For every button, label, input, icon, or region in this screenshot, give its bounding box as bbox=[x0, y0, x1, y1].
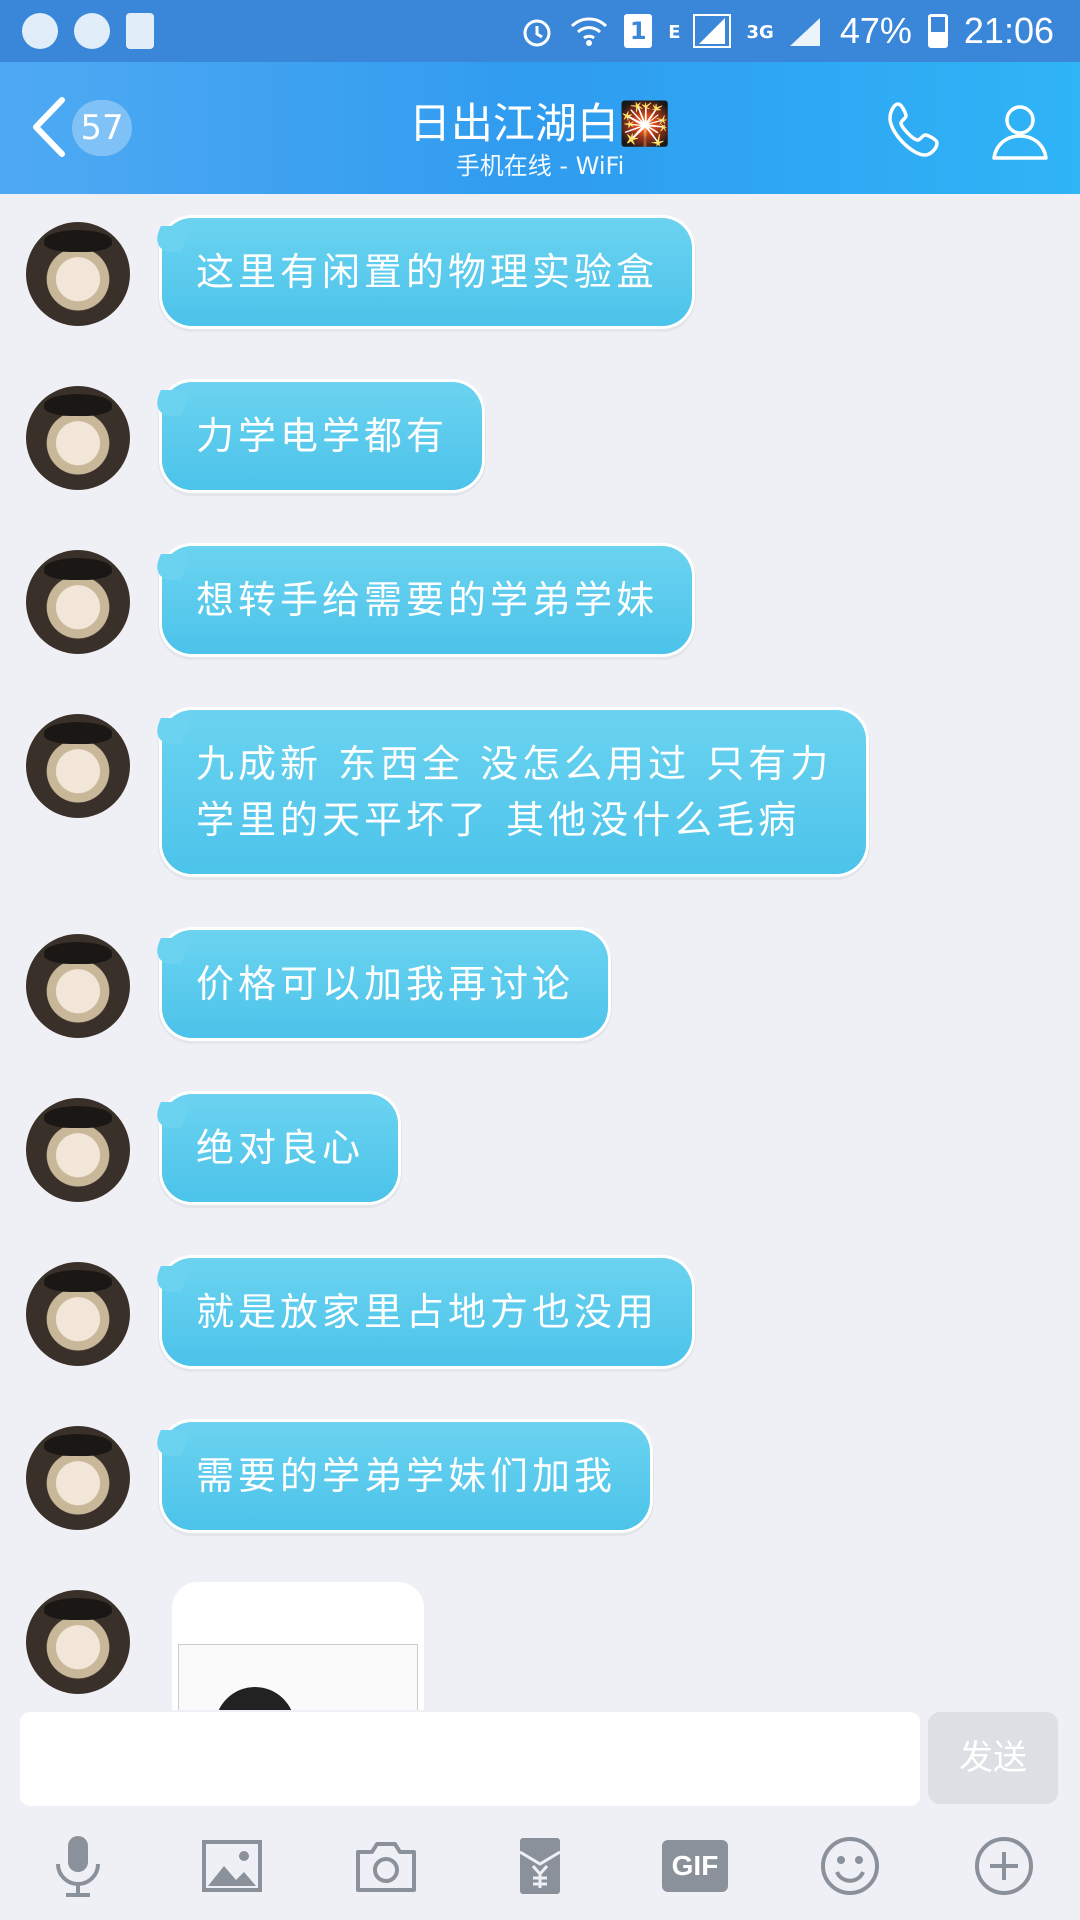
chat-header: 57 日出江湖白🎇 手机在线 - WiFi bbox=[0, 62, 1080, 194]
avatar[interactable] bbox=[26, 550, 130, 654]
avatar[interactable] bbox=[26, 1098, 130, 1202]
message-bubble[interactable]: 这里有闲置的物理实验盒 bbox=[162, 218, 693, 326]
message-bubble[interactable]: 需要的学弟学妹们加我 bbox=[162, 1422, 651, 1530]
avatar[interactable] bbox=[26, 714, 130, 818]
signal-icon bbox=[692, 14, 731, 48]
message-bubble[interactable]: 想转手给需要的学弟学妹 bbox=[162, 546, 693, 654]
message-bubble[interactable]: 力学电学都有 bbox=[162, 382, 483, 490]
message-list[interactable]: 这里有闲置的物理实验盒 力学电学都有 想转手给需要的学弟学妹 九成新 东西全 没… bbox=[0, 194, 1080, 1710]
avatar[interactable] bbox=[26, 934, 130, 1038]
recycle-notification-icon bbox=[126, 13, 154, 49]
sim-slot-indicator: 1 bbox=[624, 14, 653, 48]
battery-percent: 47% bbox=[839, 10, 912, 51]
network-type-e: E bbox=[668, 22, 681, 43]
plus-icon[interactable] bbox=[970, 1832, 1038, 1900]
image-thumbnail bbox=[178, 1644, 418, 1710]
battery-icon bbox=[927, 14, 948, 48]
send-button[interactable]: 发送 bbox=[928, 1712, 1058, 1804]
message-bubble[interactable]: 就是放家里占地方也没用 bbox=[162, 1258, 693, 1366]
gif-label: GIF bbox=[662, 1840, 728, 1892]
gif-icon[interactable]: GIF bbox=[662, 1832, 730, 1900]
message-bubble[interactable]: 九成新 东西全 没怎么用过 只有力 学里的天平坏了 其他没什么毛病 bbox=[162, 710, 867, 874]
message-bubble[interactable]: 绝对良心 bbox=[162, 1094, 399, 1202]
composer: 发送 GIF bbox=[0, 1710, 1080, 1920]
image-content bbox=[215, 1687, 295, 1710]
emoji-icon[interactable] bbox=[816, 1832, 884, 1900]
avatar[interactable] bbox=[26, 1426, 130, 1530]
message-input[interactable] bbox=[20, 1712, 920, 1806]
status-bar: 1 E 3G 47% 21:06 bbox=[0, 0, 1080, 62]
contact-profile-icon[interactable] bbox=[988, 98, 1052, 162]
red-packet-icon[interactable] bbox=[506, 1832, 574, 1900]
wifi-icon bbox=[571, 17, 608, 46]
network-type-3g: 3G bbox=[746, 22, 774, 43]
camera-icon[interactable] bbox=[352, 1832, 420, 1900]
alarm-icon bbox=[523, 19, 551, 47]
avatar[interactable] bbox=[26, 1262, 130, 1366]
image-icon[interactable] bbox=[198, 1832, 266, 1900]
phone-call-icon[interactable] bbox=[884, 98, 948, 162]
signal-3g-icon bbox=[789, 18, 820, 46]
message-bubble[interactable]: 价格可以加我再讨论 bbox=[162, 930, 609, 1038]
avatar[interactable] bbox=[26, 386, 130, 490]
composer-toolbar: GIF bbox=[0, 1832, 1080, 1912]
voice-icon[interactable] bbox=[44, 1832, 112, 1900]
clock: 21:06 bbox=[963, 10, 1054, 51]
image-message[interactable] bbox=[172, 1582, 424, 1710]
qq-notification-icon bbox=[74, 13, 110, 49]
avatar[interactable] bbox=[26, 1590, 130, 1694]
app-notification-icon bbox=[22, 13, 58, 49]
avatar[interactable] bbox=[26, 222, 130, 326]
